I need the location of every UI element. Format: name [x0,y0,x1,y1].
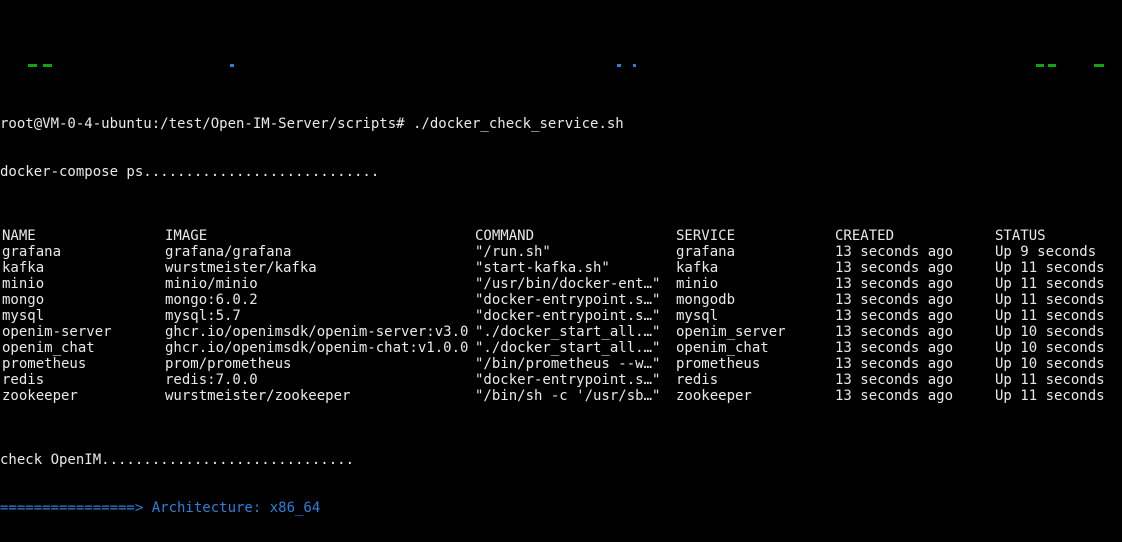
table-cell: kafka [676,260,718,276]
table-cell: IMAGE [165,228,207,244]
table-row: mysql mysql:5.7 "docker-entrypoint.s…" mysq… [0,308,1122,324]
terminal-window[interactable]: root@VM-0-4-ubuntu:/test/Open-IM-Server/… [0,0,1122,542]
table-cell: prometheus [2,356,86,372]
clipped-text-fragment [43,64,52,67]
table-cell: grafana [2,244,61,260]
table-cell: wurstmeister/kafka [165,260,317,276]
table-cell: "docker-entrypoint.s…" [475,308,660,324]
table-cell: 13 seconds ago [835,308,953,324]
table-cell: Up 9 seconds [995,244,1096,260]
table-cell: openim_server [676,324,786,340]
table-cell: mongo:6.0.2 [165,292,258,308]
table-cell: "start-kafka.sh" [475,260,610,276]
table-cell: Up 11 seconds [995,276,1105,292]
table-cell: mongo [2,292,44,308]
table-cell: ghcr.io/openimsdk/openim-chat:v1.0.0 [165,340,468,356]
table-header-row: NAME IMAGE COMMAND SERVICE CREATED STATUS [0,228,1122,244]
table-cell: prom/prometheus [165,356,291,372]
clipped-text-fragment [1036,64,1044,67]
check-openim-line: check OpenIM............................… [0,452,1122,468]
table-cell: 13 seconds ago [835,372,953,388]
clipped-text-fragment [1048,64,1056,67]
table-cell: COMMAND [475,228,534,244]
table-cell: SERVICE [676,228,735,244]
table-cell: minio [2,276,44,292]
table-cell: prometheus [676,356,760,372]
table-cell: grafana/grafana [165,244,291,260]
table-cell: Up 11 seconds [995,372,1105,388]
table-row: prometheus prom/prometheus "/bin/prometheu… [0,356,1122,372]
table-cell: mysql [676,308,718,324]
table-cell: Up 10 seconds [995,340,1105,356]
table-cell: 13 seconds ago [835,260,953,276]
table-cell: NAME [2,228,36,244]
table-cell: "./docker_start_all.…" [475,324,660,340]
table-row: openim_chat ghcr.io/openimsdk/openim-chat… [0,340,1122,356]
table-cell: Up 10 seconds [995,356,1105,372]
table-cell: redis:7.0.0 [165,372,258,388]
clipped-text-fragment [230,64,234,67]
table-cell: 13 seconds ago [835,244,953,260]
table-cell: openim_chat [676,340,769,356]
table-row: openim-server ghcr.io/openimsdk/openim-se… [0,324,1122,340]
table-cell: openim-server [2,324,112,340]
table-cell: Up 11 seconds [995,308,1105,324]
table-row: redis redis:7.0.0 "docker-entrypoint.s…" re… [0,372,1122,388]
table-cell: "/bin/sh -c '/usr/sb…" [475,388,660,404]
table-cell: zookeeper [2,388,78,404]
clipped-text-fragment [28,64,37,67]
table-cell: minio/minio [165,276,258,292]
table-cell: openim_chat [2,340,95,356]
table-cell: wurstmeister/zookeeper [165,388,350,404]
docker-compose-ps-line: docker-compose ps.......................… [0,164,1122,180]
shell-prompt-command: root@VM-0-4-ubuntu:/test/Open-IM-Server/… [0,116,1122,132]
table-cell: "docker-entrypoint.s…" [475,372,660,388]
clipped-text-fragment [1094,64,1104,67]
table-cell: STATUS [995,228,1046,244]
table-cell: 13 seconds ago [835,388,953,404]
table-cell: mongodb [676,292,735,308]
table-cell: 13 seconds ago [835,340,953,356]
table-cell: Up 11 seconds [995,388,1105,404]
table-row: grafana grafana/grafana "/run.sh" grafana 13… [0,244,1122,260]
table-row: zookeeper wurstmeister/zookeeper "/bin/sh … [0,388,1122,404]
table-row: mongo mongo:6.0.2 "docker-entrypoint.s…" mo… [0,292,1122,308]
table-row: minio minio/minio "/usr/bin/docker-ent…" mi… [0,276,1122,292]
architecture-line: ================> Architecture: x86_64 [0,500,1122,516]
table-cell: mysql [2,308,44,324]
table-cell: 13 seconds ago [835,356,953,372]
table-cell: kafka [2,260,44,276]
table-cell: "./docker_start_all.…" [475,340,660,356]
table-cell: grafana [676,244,735,260]
table-cell: 13 seconds ago [835,292,953,308]
table-cell: zookeeper [676,388,752,404]
table-cell: Up 11 seconds [995,292,1105,308]
table-cell: 13 seconds ago [835,324,953,340]
clipped-previous-line [0,64,1122,68]
table-cell: "docker-entrypoint.s…" [475,292,660,308]
table-cell: redis [676,372,718,388]
table-cell: 13 seconds ago [835,276,953,292]
table-cell: Up 11 seconds [995,260,1105,276]
table-cell: minio [676,276,718,292]
table-cell: mysql:5.7 [165,308,241,324]
table-cell: Up 10 seconds [995,324,1105,340]
table-cell: "/run.sh" [475,244,551,260]
table-cell: "/usr/bin/docker-ent…" [475,276,660,292]
table-cell: CREATED [835,228,894,244]
clipped-text-fragment [633,64,636,67]
table-cell: redis [2,372,44,388]
clipped-text-fragment [617,64,621,67]
docker-ps-table: NAMEIMAGECOMMANDSERVICECREATEDSTATUSgraf… [0,228,1122,404]
table-row: kafka wurstmeister/kafka "start-kafka.sh" k… [0,260,1122,276]
table-cell: "/bin/prometheus --w…" [475,356,660,372]
table-cell: ghcr.io/openimsdk/openim-server:v3.0 [165,324,468,340]
